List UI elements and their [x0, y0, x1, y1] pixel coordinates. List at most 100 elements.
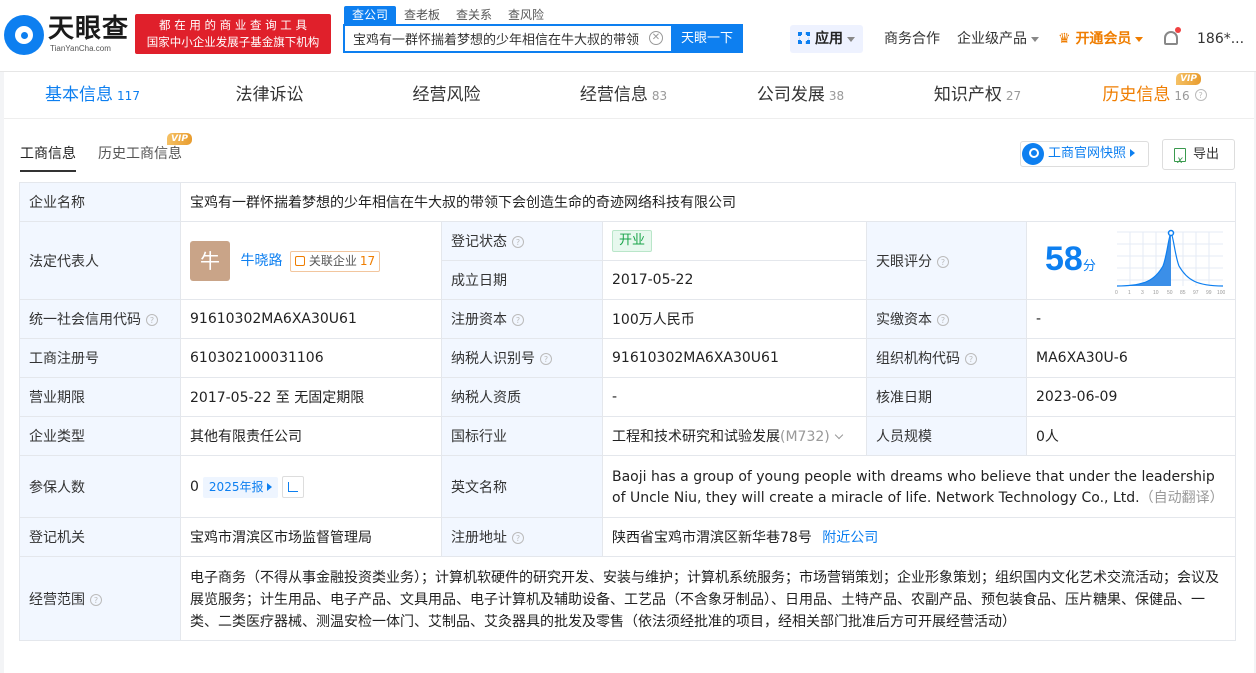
- taxpayer-id: 91610302MA6XA30U61: [602, 338, 867, 378]
- reg-status-label: 登记状态: [451, 234, 507, 250]
- business-scope: 电子商务（不得从事金融投资类业务）；计算机软硬件的研究开发、安装与维护；计算机系…: [180, 556, 1236, 641]
- tab-history[interactable]: 历史信息 16? VIP: [1066, 72, 1243, 118]
- tab-legal[interactable]: 法律诉讼: [181, 72, 358, 118]
- company-type: 其他有限责任公司: [180, 416, 442, 456]
- bell-icon[interactable]: [1164, 27, 1181, 45]
- reg-no: 610302100031106: [180, 338, 442, 378]
- nav-vip-label: 开通会员: [1075, 31, 1132, 47]
- search-tab-relation[interactable]: 查关系: [448, 6, 500, 24]
- insured-label: 参保人数: [19, 455, 181, 518]
- search-tab-boss[interactable]: 查老板: [396, 6, 448, 24]
- user-menu[interactable]: 186*...: [1197, 29, 1244, 49]
- insured-count: 0: [190, 478, 199, 495]
- tick-label: 97: [1193, 290, 1199, 296]
- search-button[interactable]: 天眼一下: [671, 24, 743, 53]
- report-label: 2025年报: [208, 479, 264, 494]
- search-tab-risk[interactable]: 查风险: [500, 6, 552, 24]
- nav-enterprise-label: 企业级产品: [957, 31, 1027, 47]
- related-companies-badge[interactable]: 关联企业 17: [289, 250, 381, 272]
- search-input[interactable]: [345, 26, 639, 51]
- tab-count: 117: [117, 89, 140, 103]
- auto-translate-note: （自动翻译）: [1139, 489, 1224, 506]
- user-phone: 186*...: [1197, 31, 1245, 47]
- nav-enterprise-products[interactable]: 企业级产品: [957, 29, 1039, 49]
- apps-grid-icon: [798, 32, 810, 44]
- org-code: MA6XA30U-6: [1026, 338, 1236, 378]
- trend-chart-icon[interactable]: [282, 475, 305, 498]
- tab-basic-info[interactable]: 基本信息 117: [4, 72, 181, 118]
- reg-no-label: 工商注册号: [19, 338, 181, 378]
- search-tab-company[interactable]: 查公司: [344, 6, 397, 24]
- export-button[interactable]: 导出: [1162, 139, 1235, 175]
- found-date-label: 成立日期: [441, 260, 603, 300]
- crown-icon: ♛: [1058, 31, 1071, 47]
- authority: 宝鸡市渭滨区市场监督管理局: [180, 517, 442, 557]
- legal-rep-label: 法定代表人: [19, 221, 181, 300]
- annual-report-button[interactable]: 2025年报: [202, 476, 279, 498]
- legal-rep-link[interactable]: 牛晓路: [240, 253, 282, 269]
- tab-risk[interactable]: 经营风险: [358, 72, 535, 118]
- tick-label: 0: [1115, 290, 1118, 296]
- top-header: 天眼查 TianYanCha.com 都 在 用 的 商 业 查 询 工 具 国…: [0, 0, 1256, 72]
- help-icon[interactable]: ?: [540, 353, 552, 365]
- avatar[interactable]: 牛: [190, 240, 230, 281]
- score-cell: 58分 0 1 3 10 50 85 97 99 100: [1026, 221, 1236, 300]
- help-icon[interactable]: ?: [512, 532, 524, 544]
- company-name: 宝鸡有一群怀揣着梦想的少年相信在牛大叔的带领下会创造生命的奇迹网络科技有限公司: [180, 182, 1236, 222]
- approve-date: 2023-06-09: [1026, 377, 1236, 417]
- help-icon[interactable]: ?: [512, 236, 524, 248]
- apps-label: 应用: [815, 31, 843, 47]
- export-label: 导出: [1193, 147, 1220, 162]
- legal-rep-cell: 牛 牛晓路 关联企业 17: [180, 221, 442, 300]
- score-label-cell: 天眼评分?: [866, 221, 1027, 300]
- tab-ip[interactable]: 知识产权 27: [889, 72, 1066, 118]
- tick-label: 50: [1167, 290, 1173, 296]
- score-value: 58: [1045, 240, 1083, 278]
- search-type-tabs: 查公司 查老板 查关系 查风险: [344, 6, 552, 24]
- help-icon[interactable]: ?: [1194, 89, 1207, 101]
- logo-eye-icon: [4, 15, 44, 55]
- taxpayer-qual-label: 纳税人资质: [441, 377, 603, 417]
- triangle-right-icon: [267, 482, 273, 491]
- business-info-table: 企业名称 宝鸡有一群怀揣着梦想的少年相信在牛大叔的带领下会创造生命的奇迹网络科技…: [19, 182, 1236, 641]
- scope-label-cell: 经营范围?: [19, 556, 181, 641]
- reg-status-label-cell: 登记状态?: [441, 221, 603, 261]
- taxpayer-qual: -: [602, 377, 867, 417]
- chevron-down-icon: [834, 430, 843, 440]
- help-icon[interactable]: ?: [146, 314, 158, 326]
- triangle-right-icon: [1130, 149, 1136, 157]
- nav-vip[interactable]: ♛ 开通会员: [1058, 29, 1144, 49]
- nav-business[interactable]: 商务合作: [884, 29, 940, 49]
- site-logo[interactable]: 天眼查 TianYanCha.com: [4, 14, 134, 56]
- org-code-label: 组织机构代码: [876, 351, 960, 367]
- table-row: 工商注册号 610302100031106 纳税人识别号? 91610302MA…: [19, 338, 1236, 378]
- tick-label: 99: [1206, 290, 1212, 296]
- excel-icon: [1174, 146, 1186, 175]
- clear-icon[interactable]: ✕: [649, 31, 663, 45]
- tab-development[interactable]: 公司发展 38: [712, 72, 889, 118]
- promo-line-2: 国家中小企业发展子基金旗下机构: [146, 35, 320, 49]
- help-icon[interactable]: ?: [965, 353, 977, 365]
- tab-label: 经营风险: [412, 85, 481, 105]
- subtab-business-info[interactable]: 工商信息: [20, 144, 76, 172]
- help-icon[interactable]: ?: [937, 255, 949, 268]
- taxpayer-id-label: 纳税人识别号: [451, 351, 535, 367]
- subtab-history-business-info[interactable]: 历史工商信息: [98, 144, 182, 172]
- table-row: 登记机关 宝鸡市渭滨区市场监督管理局 注册地址? 陕西省宝鸡市渭滨区新华巷78号…: [19, 517, 1236, 557]
- apps-menu[interactable]: 应用: [790, 25, 863, 53]
- section-tabs: 基本信息 117 法律诉讼 经营风险 经营信息 83 公司发展 38 知识产权 27 历…: [4, 72, 1254, 119]
- nearby-companies-link[interactable]: 附近公司: [822, 530, 878, 546]
- org-code-label-cell: 组织机构代码?: [866, 338, 1027, 378]
- tab-label: 公司发展: [756, 85, 825, 105]
- chevron-down-icon: [847, 36, 855, 42]
- logo-name: 天眼查: [48, 14, 130, 44]
- help-icon[interactable]: ?: [90, 593, 102, 606]
- help-icon[interactable]: ?: [937, 314, 949, 326]
- official-snapshot-button[interactable]: 工商官网快照: [1020, 141, 1149, 167]
- industry-cell[interactable]: 工程和技术研究和试验发展(M732): [602, 416, 867, 456]
- help-icon[interactable]: ?: [512, 314, 524, 326]
- tab-operations[interactable]: 经营信息 83: [535, 72, 712, 118]
- score-label: 天眼评分: [876, 253, 932, 270]
- tab-count: 38: [828, 89, 845, 103]
- reg-capital: 100万人民币: [602, 299, 867, 339]
